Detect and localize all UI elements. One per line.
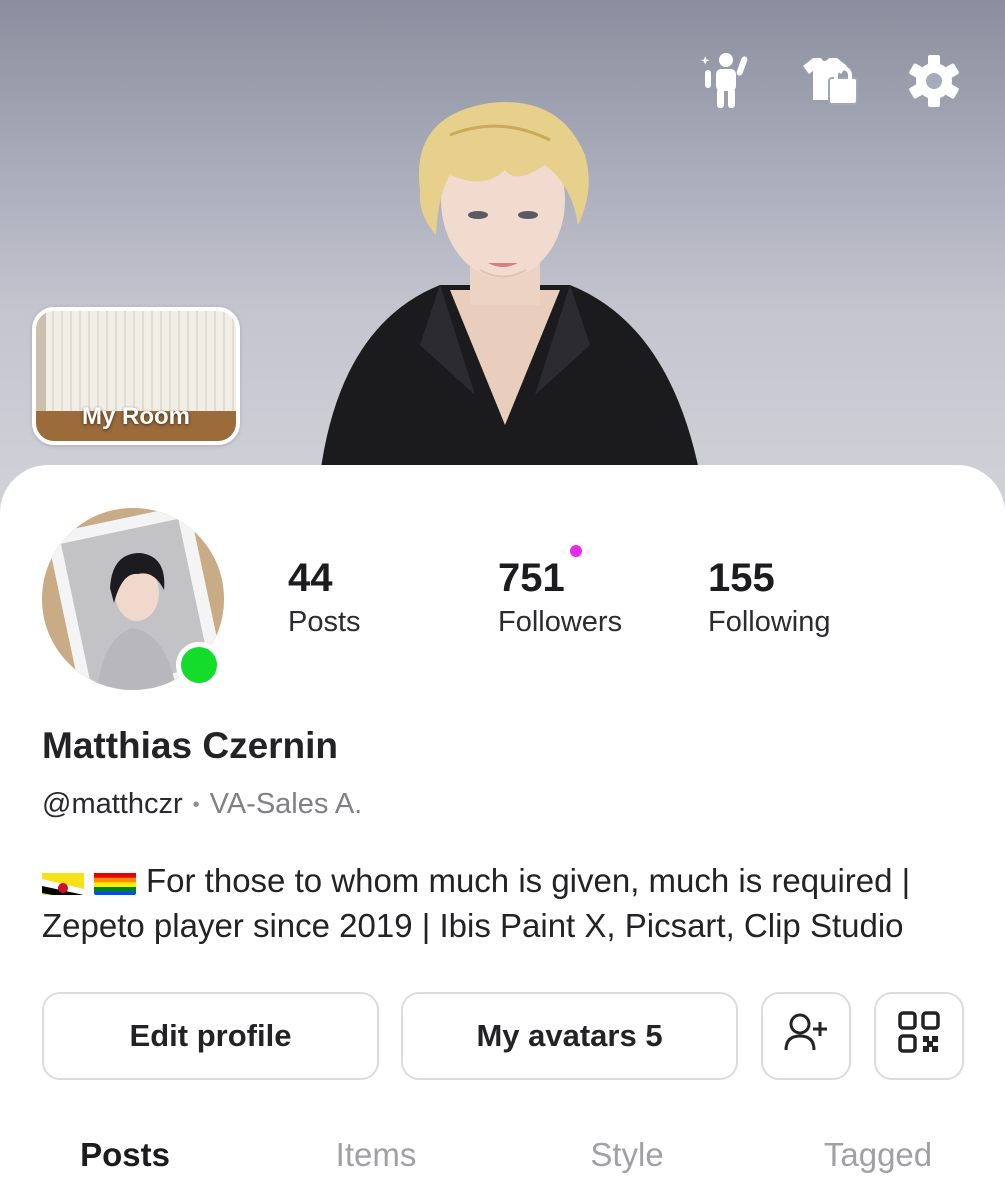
tab-tagged[interactable]: Tagged — [753, 1130, 1003, 1180]
room-wall — [36, 311, 46, 411]
display-name: Matthias Czernin — [42, 725, 339, 766]
following-count: 155 — [708, 556, 775, 600]
shop-bag-icon[interactable] — [799, 50, 861, 112]
profile-tabs: Posts Items Style Tagged — [0, 1130, 1005, 1190]
following-label: Following — [708, 606, 831, 638]
stat-posts[interactable]: 44 Posts — [288, 555, 361, 639]
username-handle: @matthczr — [42, 788, 183, 820]
qr-code-button[interactable] — [874, 992, 964, 1080]
posts-count: 44 — [288, 556, 333, 600]
tab-posts[interactable]: Posts — [0, 1130, 250, 1180]
top-toolbar — [695, 50, 965, 112]
online-status-indicator — [176, 642, 222, 688]
followers-count: 751 — [498, 556, 565, 600]
user-title: VA-Sales A. — [209, 788, 363, 820]
stat-following[interactable]: 155 Following — [708, 555, 831, 639]
followers-label: Followers — [498, 606, 623, 638]
add-friend-icon — [784, 1012, 828, 1060]
rainbow-pride-flag-icon — [94, 867, 136, 895]
tab-items[interactable]: Items — [251, 1130, 501, 1180]
settings-gear-icon[interactable] — [903, 50, 965, 112]
my-room-label: My Room — [82, 403, 190, 430]
bio: For those to whom much is given, much is… — [42, 858, 982, 948]
tab-style[interactable]: Style — [502, 1130, 752, 1180]
brunei-flag-icon — [42, 867, 84, 895]
my-avatars-button[interactable]: My avatars 5 — [401, 992, 738, 1080]
followers-notification-dot — [570, 545, 582, 557]
avatar-3d-image[interactable] — [300, 95, 710, 520]
qr-code-icon — [898, 1011, 940, 1061]
stat-followers[interactable]: 751 Followers — [498, 555, 622, 639]
profile-hero: My Room — [0, 0, 1005, 520]
separator-dot: • — [192, 793, 200, 816]
bio-text: For those to whom much is given, much is… — [42, 862, 911, 944]
add-friend-button[interactable] — [761, 992, 851, 1080]
posts-label: Posts — [288, 606, 361, 638]
my-room-thumbnail[interactable]: My Room — [32, 307, 240, 445]
edit-profile-button[interactable]: Edit profile — [42, 992, 379, 1080]
handle-row: @matthczr • VA-Sales A. — [42, 788, 362, 821]
